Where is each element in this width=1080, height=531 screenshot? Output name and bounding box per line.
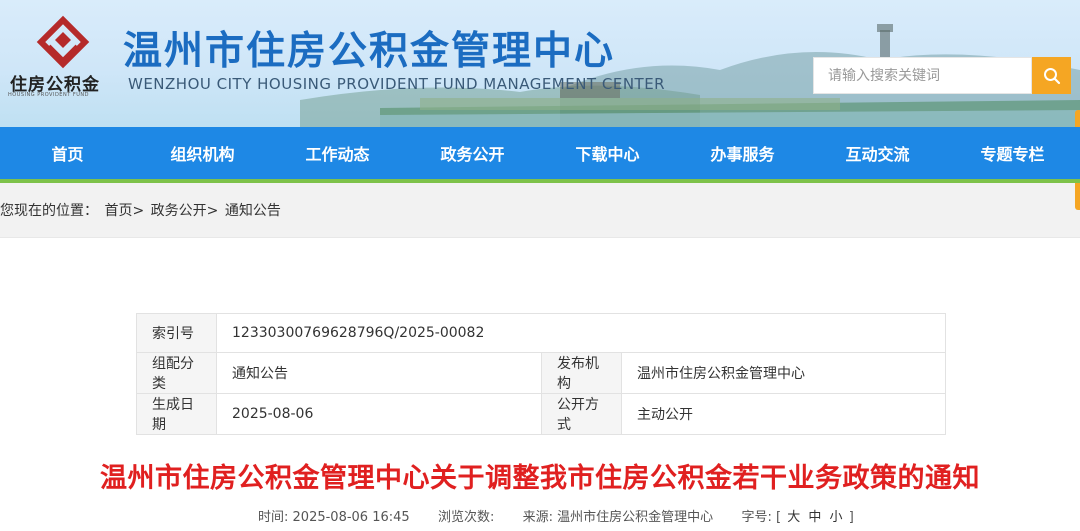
nav-item-services[interactable]: 办事服务 [675,127,810,179]
breadcrumb-home[interactable]: 首页> [104,203,144,219]
search-icon [1043,67,1060,84]
nav-item-government-affairs[interactable]: 政务公开 [405,127,540,179]
source-value: 温州市住房公积金管理中心 [557,510,714,525]
search-button[interactable] [1032,57,1071,94]
search-input[interactable] [813,57,1032,94]
table-row: 组配分类 通知公告 发布机构 温州市住房公积金管理中心 [136,352,946,394]
meta-label: 发布机构 [541,352,622,394]
font-size-large-button[interactable]: 大 [787,510,800,525]
breadcrumb-notices[interactable]: 通知公告 [225,203,281,219]
table-row: 生成日期 2025-08-06 公开方式 主动公开 [136,393,946,435]
nav-item-work-news[interactable]: 工作动态 [270,127,405,179]
font-size-small-button[interactable]: 小 [830,510,843,525]
article-content: 索引号 12330300769628796Q/2025-00082 组配分类 通… [0,237,1080,531]
document-meta-table: 索引号 12330300769628796Q/2025-00082 组配分类 通… [136,313,946,435]
font-size-bracket-open: [ [776,510,782,525]
nav-item-organization[interactable]: 组织机构 [135,127,270,179]
main-nav: 首页 组织机构 工作动态 政务公开 下载中心 办事服务 互动交流 专题专栏 [0,127,1080,179]
site-subtitle: WENZHOU CITY HOUSING PROVIDENT FUND MANA… [128,75,666,93]
meta-value: 12330300769628796Q/2025-00082 [216,313,946,353]
time-value: 2025-08-06 16:45 [292,510,410,525]
font-size-label: 字号: [741,510,772,525]
meta-label: 组配分类 [136,352,217,394]
meta-value: 通知公告 [216,352,542,394]
font-size-bracket-close: ] [848,510,854,525]
time-label: 时间: [258,510,289,525]
meta-value: 主动公开 [621,393,946,435]
logo-english-text: HOUSING PROVIDENT FUND [8,92,89,98]
font-size-control: 字号: [ 大 中 小 ] [741,510,853,525]
nav-accent-bar [0,179,1080,183]
views-label: 浏览次数: [437,510,495,525]
article-title: 温州市住房公积金管理中心关于调整我市住房公积金若干业务政策的通知 [100,463,980,494]
site-title: 温州市住房公积金管理中心 [123,28,616,74]
breadcrumb-prefix: 您现在的位置： [0,203,98,219]
table-row: 索引号 12330300769628796Q/2025-00082 [136,313,946,353]
nav-item-special-topics[interactable]: 专题专栏 [945,127,1080,179]
font-size-medium-button[interactable]: 中 [808,510,821,525]
breadcrumb: 您现在的位置： 首页> 政务公开> 通知公告 [0,200,283,220]
nav-item-downloads[interactable]: 下载中心 [540,127,675,179]
nav-item-home[interactable]: 首页 [0,127,135,179]
article-meta-line: 时间: 2025-08-06 16:45 浏览次数: 来源: 温州市住房公积金管… [258,506,854,525]
nav-item-interaction[interactable]: 互动交流 [810,127,945,179]
search-box [813,57,1071,94]
breadcrumb-government-affairs[interactable]: 政务公开> [151,203,219,219]
meta-label: 索引号 [136,313,217,353]
meta-value: 2025-08-06 [216,393,542,435]
meta-label: 公开方式 [541,393,622,435]
source-label: 来源: [522,510,554,525]
meta-value: 温州市住房公积金管理中心 [621,352,946,394]
site-header: 住房公积金 HOUSING PROVIDENT FUND 温州市住房公积金管理中… [0,0,1080,127]
meta-label: 生成日期 [136,393,217,435]
